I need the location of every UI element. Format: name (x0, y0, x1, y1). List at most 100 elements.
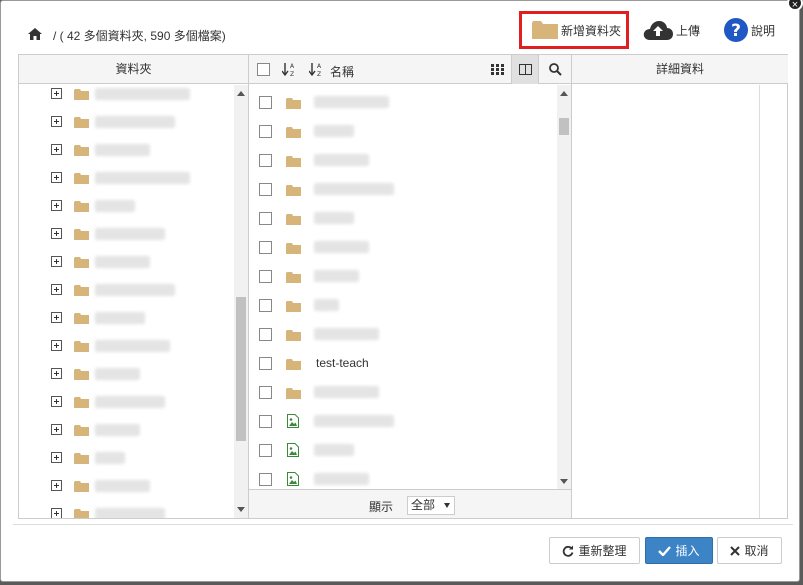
folder-tree-item[interactable] (19, 164, 231, 192)
file-row[interactable] (249, 378, 557, 407)
file-checkbox[interactable] (259, 444, 272, 457)
expand-icon[interactable] (51, 424, 62, 435)
folder-tree-item[interactable] (19, 192, 231, 220)
folder-tree-item[interactable] (19, 136, 231, 164)
folder-tree-item-label (95, 256, 150, 268)
file-row[interactable] (249, 407, 557, 436)
details-divider (759, 85, 760, 518)
expand-icon[interactable] (51, 368, 62, 379)
file-checkbox[interactable] (259, 473, 272, 486)
show-label: 顯示 (369, 500, 394, 514)
folder-tree-item[interactable] (19, 332, 231, 360)
expand-icon[interactable] (51, 312, 62, 323)
folder-icon (74, 480, 89, 492)
file-checkbox[interactable] (259, 270, 272, 283)
folder-tree-item-label (95, 172, 190, 184)
close-icon (730, 545, 741, 556)
grid-view-button[interactable] (483, 55, 511, 84)
file-row[interactable] (249, 146, 557, 175)
search-button[interactable] (541, 55, 569, 84)
expand-icon[interactable] (51, 452, 62, 463)
file-checkbox[interactable] (259, 386, 272, 399)
folder-tree-item[interactable] (19, 388, 231, 416)
name-column-header[interactable]: 名稱 (330, 63, 354, 80)
columns-view-button[interactable] (511, 55, 539, 84)
expand-icon[interactable] (51, 172, 62, 183)
file-row[interactable] (249, 88, 557, 117)
expand-icon[interactable] (51, 480, 62, 491)
file-row[interactable] (249, 262, 557, 291)
file-checkbox[interactable] (259, 183, 272, 196)
expand-icon[interactable] (51, 116, 62, 127)
scrollbar-thumb[interactable] (559, 118, 569, 135)
folder-tree-item-label (95, 284, 175, 296)
sort-alpha-icon[interactable]: A Z (282, 62, 296, 77)
folder-tree-item[interactable] (19, 108, 231, 136)
file-checkbox[interactable] (259, 328, 272, 341)
home-icon[interactable] (28, 28, 42, 40)
show-filter-select[interactable]: 全部 (407, 496, 455, 515)
file-row[interactable] (249, 204, 557, 233)
file-row[interactable] (249, 175, 557, 204)
scroll-up-icon[interactable] (237, 91, 245, 96)
refresh-button[interactable]: 重新整理 (549, 537, 640, 564)
expand-icon[interactable] (51, 200, 62, 211)
sort-numeric-icon[interactable]: A Z (309, 62, 323, 77)
file-checkbox[interactable] (259, 125, 272, 138)
new-folder-button[interactable]: 新增資料夾 (519, 11, 629, 49)
file-checkbox[interactable] (259, 241, 272, 254)
insert-button[interactable]: 插入 (645, 537, 713, 564)
folder-tree-item[interactable] (19, 500, 231, 518)
grid-icon (490, 64, 504, 75)
expand-icon[interactable] (51, 144, 62, 155)
folder-tree-scrollbar[interactable] (234, 85, 248, 518)
file-row[interactable] (249, 320, 557, 349)
folder-tree-item[interactable] (19, 444, 231, 472)
folder-tree-item[interactable] (19, 472, 231, 500)
file-row[interactable]: test-teach (249, 349, 557, 378)
folder-tree-item-label (95, 228, 165, 240)
scrollbar-thumb[interactable] (236, 297, 246, 441)
folder-tree-item-label (95, 480, 150, 492)
folder-tree-item-label (95, 508, 165, 518)
file-row[interactable] (249, 436, 557, 465)
file-checkbox[interactable] (259, 299, 272, 312)
details-pane-title: 詳細資料 (572, 55, 788, 84)
expand-icon[interactable] (51, 284, 62, 295)
folder-tree-item[interactable] (19, 220, 231, 248)
file-checkbox[interactable] (259, 415, 272, 428)
cancel-button[interactable]: 取消 (717, 537, 782, 564)
folder-tree-item[interactable] (19, 248, 231, 276)
expand-icon[interactable] (51, 88, 62, 99)
expand-icon[interactable] (51, 256, 62, 267)
file-row[interactable] (249, 233, 557, 262)
scroll-down-icon[interactable] (560, 479, 568, 484)
folder-tree-item[interactable] (19, 360, 231, 388)
scroll-down-icon[interactable] (237, 507, 245, 512)
file-checkbox[interactable] (259, 96, 272, 109)
select-all-checkbox[interactable] (257, 63, 270, 76)
folder-tree-item[interactable] (19, 416, 231, 444)
file-checkbox[interactable] (259, 357, 272, 370)
file-checkbox[interactable] (259, 212, 272, 225)
file-row[interactable] (249, 117, 557, 146)
expand-icon[interactable] (51, 396, 62, 407)
expand-icon[interactable] (51, 508, 62, 518)
file-name (314, 444, 354, 456)
folder-tree-item[interactable] (19, 276, 231, 304)
scroll-up-icon[interactable] (560, 91, 568, 96)
help-button[interactable]: ? 說明 (724, 13, 784, 47)
file-name (314, 473, 369, 485)
folder-icon (74, 228, 89, 240)
expand-icon[interactable] (51, 340, 62, 351)
file-checkbox[interactable] (259, 154, 272, 167)
upload-button[interactable]: 上傳 (643, 13, 703, 47)
file-row[interactable] (249, 291, 557, 320)
folder-icon (74, 396, 89, 408)
expand-icon[interactable] (51, 228, 62, 239)
file-list-scrollbar[interactable] (557, 85, 571, 490)
folder-tree-item[interactable] (19, 80, 231, 108)
folder-tree-item[interactable] (19, 304, 231, 332)
folder-tree-item-label (95, 116, 175, 128)
file-name (314, 328, 379, 340)
